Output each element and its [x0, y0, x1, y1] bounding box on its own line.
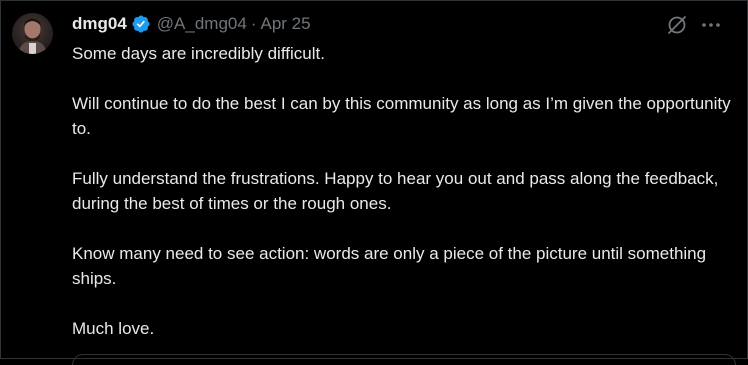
post-paragraph: Some days are incredibly difficult.	[72, 44, 325, 63]
post-paragraph: Much love.	[72, 319, 155, 338]
separator-dot: ·	[250, 14, 257, 33]
post-paragraph: Will continue to do the best I can by th…	[72, 94, 731, 138]
post-date[interactable]: Apr 25	[261, 14, 311, 34]
avatar[interactable]	[12, 13, 53, 54]
post-header: dmg04 @A_dmg04 · Apr 25	[72, 12, 311, 36]
verified-badge-icon[interactable]	[131, 14, 151, 34]
post-text: Some days are incredibly difficult. Will…	[72, 41, 734, 341]
avatar-portrait-icon	[18, 18, 47, 54]
user-handle[interactable]: @A_dmg04	[157, 14, 247, 34]
post-paragraph: Fully understand the frustrations. Happy…	[72, 169, 719, 213]
display-name[interactable]: dmg04	[72, 14, 127, 34]
more-options-icon[interactable]	[700, 14, 722, 36]
embedded-media-edge[interactable]	[72, 354, 736, 365]
grok-icon[interactable]	[666, 14, 688, 36]
post-paragraph: Know many need to see action: words are …	[72, 244, 707, 288]
